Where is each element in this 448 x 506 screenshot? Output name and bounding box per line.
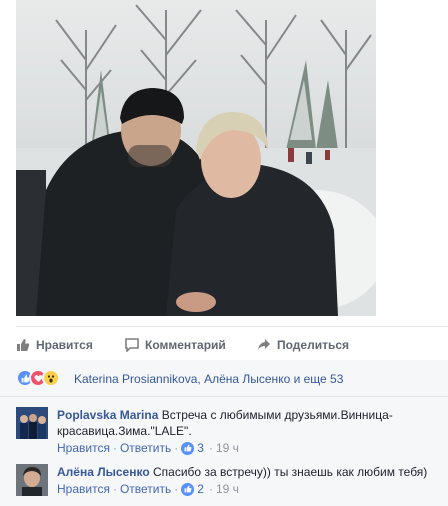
comment-meta: Нравится · Ответить · 3 · 19 ч [57,441,239,455]
share-button-label: Поделиться [277,338,350,352]
comment-like-link[interactable]: Нравится [57,441,110,455]
thumbs-up-icon [17,339,30,351]
comments-section: Poplavska Marina Встреча с любимыми друз… [0,397,448,506]
comment-reply-link[interactable]: Ответить [120,441,171,455]
separator-dot: · [208,441,213,455]
like-button[interactable]: Нравится [16,336,93,354]
comment-item: Алёна Лысенко Спасибо за встречу)) ты зн… [16,464,448,506]
comment-author[interactable]: Алёна Лысенко [57,465,150,479]
share-button[interactable]: Поделиться [257,336,349,354]
like-button-label: Нравится [36,338,93,352]
reaction-icons [16,369,60,387]
comment-like-link[interactable]: Нравится [57,482,110,496]
comment-meta: Нравится · Ответить · 2 · 19 ч [57,482,239,496]
separator-dot: · [112,441,117,455]
avatar[interactable] [16,464,48,496]
comment-bubble-icon [125,338,139,352]
wow-icon [42,369,60,387]
avatar[interactable] [16,407,48,439]
comment-text: Спасибо за встречу)) ты знаешь как любим… [153,465,428,479]
separator-dot: · [208,482,213,496]
comment-time[interactable]: 19 ч [216,482,239,496]
comment-likes-count[interactable]: 3 [197,441,204,455]
comment-body: Алёна Лысенко Спасибо за встречу)) ты зн… [57,464,448,480]
comment-author[interactable]: Poplavska Marina [57,408,158,422]
comment-reply-link[interactable]: Ответить [120,482,171,496]
separator-dot: · [174,441,179,455]
like-icon [181,482,195,496]
like-icon [181,441,195,455]
reaction-names[interactable]: Katerina Prosiannikova, Алёна Лысенко и … [74,372,343,386]
reactions-summary[interactable]: Katerina Prosiannikova, Алёна Лысенко и … [0,360,448,397]
facebook-post-card: Нравится Комментарий Поделиться Katerina… [0,0,448,506]
winter-park-photo [16,0,376,316]
separator-dot: · [112,482,117,496]
post-photo[interactable] [16,0,376,316]
share-arrow-icon [258,339,270,350]
comment-time[interactable]: 19 ч [216,441,239,455]
separator-dot: · [174,482,179,496]
comment-button-label: Комментарий [145,338,226,352]
comment-item: Poplavska Marina Встреча с любимыми друз… [16,407,448,457]
post-actions-bar: Нравится Комментарий Поделиться [16,326,448,362]
comment-body: Poplavska Marina Встреча с любимыми друз… [57,407,448,439]
comment-button[interactable]: Комментарий [125,336,226,354]
comment-likes-count[interactable]: 2 [197,482,204,496]
